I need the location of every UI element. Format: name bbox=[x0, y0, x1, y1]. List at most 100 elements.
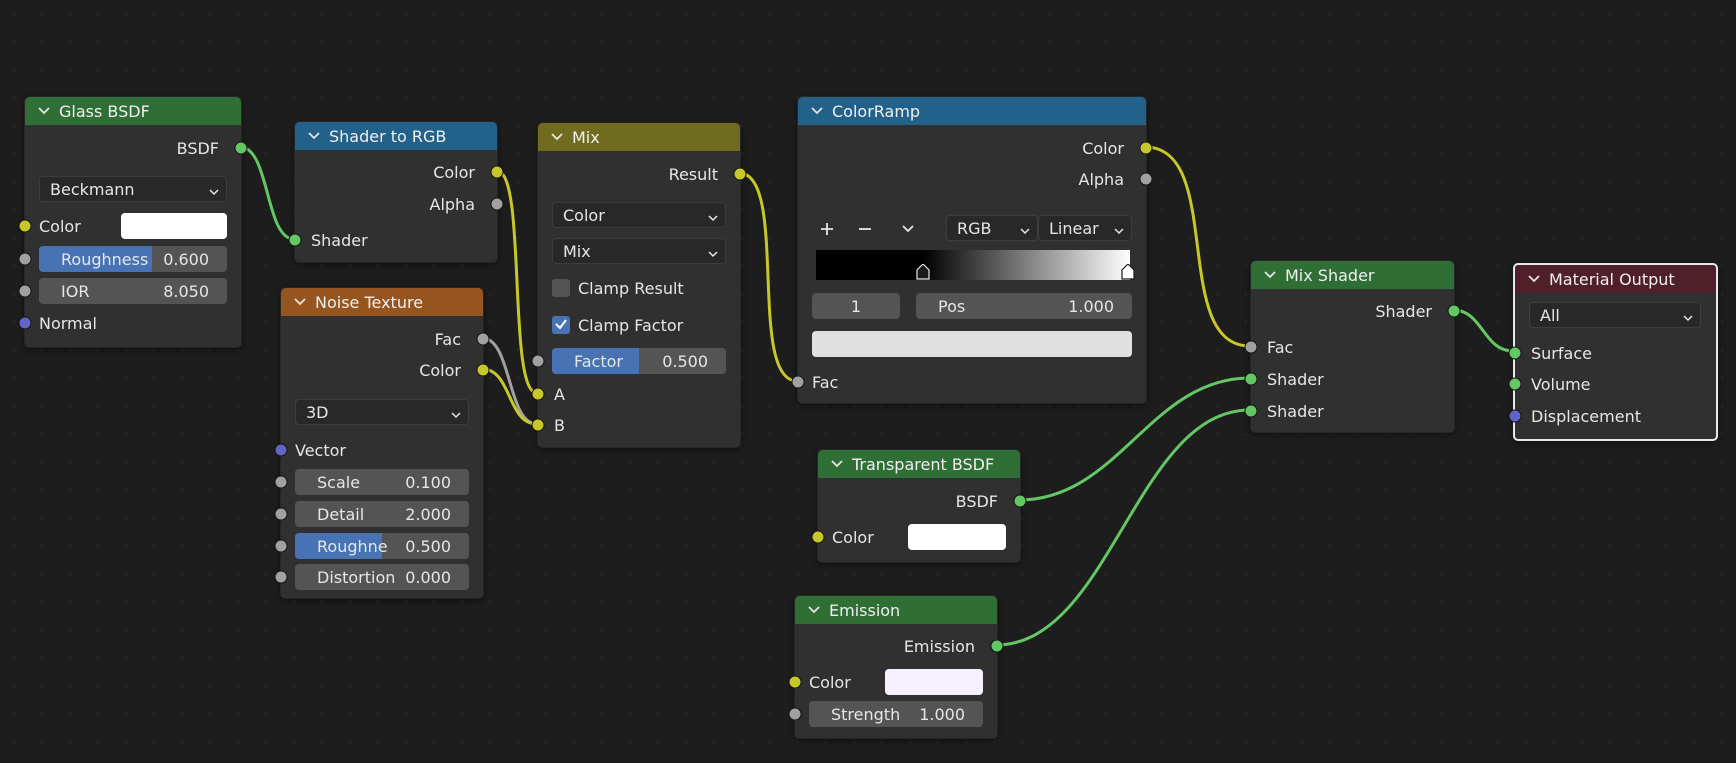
roughness-field[interactable]: Roughness 0.600 bbox=[39, 246, 227, 272]
shader-to-rgb-header[interactable]: Shader to RGB bbox=[295, 122, 497, 150]
input-displacement-label: Displacement bbox=[1531, 406, 1641, 426]
noise-texture-node[interactable]: Noise Texture Fac Color 3D Vector Scale … bbox=[274, 287, 490, 599]
input-ior-socket[interactable] bbox=[18, 284, 32, 298]
chevron-down-icon[interactable] bbox=[293, 295, 307, 309]
color-stop-marker[interactable] bbox=[916, 263, 930, 284]
vector-label: Vector bbox=[295, 440, 346, 460]
chevron-down-icon[interactable] bbox=[1263, 268, 1277, 282]
factor-field[interactable]: Factor 0.500 bbox=[552, 348, 726, 374]
blend-mode-dropdown[interactable]: Mix bbox=[552, 238, 726, 264]
input-color-socket[interactable] bbox=[811, 530, 825, 544]
output-bsdf-socket[interactable] bbox=[234, 141, 248, 155]
output-alpha-socket[interactable] bbox=[1139, 172, 1153, 186]
input-distortion-socket[interactable] bbox=[274, 570, 288, 584]
input-fac-socket[interactable] bbox=[1244, 340, 1258, 354]
clamp-result-checkbox[interactable] bbox=[552, 279, 570, 297]
distortion-field[interactable]: Distortion 0.000 bbox=[295, 564, 469, 590]
chevron-down-icon[interactable] bbox=[1527, 272, 1541, 286]
stop-color-swatch[interactable] bbox=[812, 331, 1132, 357]
chevron-down-icon[interactable] bbox=[807, 603, 821, 617]
chevron-down-icon[interactable] bbox=[307, 129, 321, 143]
transparent-bsdf-node[interactable]: Transparent BSDF BSDF Color bbox=[811, 449, 1027, 563]
color-swatch[interactable] bbox=[121, 213, 227, 239]
target-dropdown[interactable]: All bbox=[1529, 302, 1701, 328]
input-shader-1-socket[interactable] bbox=[1244, 372, 1258, 386]
chevron-down-icon[interactable] bbox=[810, 104, 824, 118]
colorramp-node[interactable]: ColorRamp Color Alpha RGB Linear 1 Pos 1… bbox=[791, 96, 1153, 404]
output-alpha-socket[interactable] bbox=[490, 197, 504, 211]
chevron-down-icon[interactable] bbox=[550, 130, 564, 144]
distribution-dropdown[interactable]: Beckmann bbox=[39, 176, 227, 202]
ior-field[interactable]: IOR 8.050 bbox=[39, 278, 227, 304]
clamp-factor-checkbox[interactable] bbox=[552, 316, 570, 334]
input-detail-socket[interactable] bbox=[274, 507, 288, 521]
active-stop-index-field[interactable]: 1 bbox=[812, 293, 900, 319]
input-color-socket[interactable] bbox=[18, 219, 32, 233]
glass-bsdf-header[interactable]: Glass BSDF bbox=[25, 97, 241, 125]
input-roughness-socket[interactable] bbox=[274, 539, 288, 553]
detail-field[interactable]: Detail 2.000 bbox=[295, 501, 469, 527]
noise-texture-header[interactable]: Noise Texture bbox=[281, 288, 483, 316]
output-result-socket[interactable] bbox=[733, 167, 747, 181]
color-mode-dropdown[interactable]: RGB bbox=[946, 215, 1038, 241]
chevron-down-icon[interactable] bbox=[896, 217, 920, 241]
scale-field[interactable]: Scale 0.100 bbox=[295, 469, 469, 495]
roughness-field[interactable]: Roughne 0.500 bbox=[295, 533, 469, 559]
strength-field[interactable]: Strength 1.000 bbox=[809, 701, 983, 727]
input-vector-socket[interactable] bbox=[274, 443, 288, 457]
input-normal-socket[interactable] bbox=[18, 316, 32, 330]
input-factor-socket[interactable] bbox=[531, 354, 545, 368]
output-color-socket[interactable] bbox=[1139, 141, 1153, 155]
output-color-socket[interactable] bbox=[476, 363, 490, 377]
input-scale-socket[interactable] bbox=[274, 475, 288, 489]
material-output-node[interactable]: Material Output All Surface Volume Displ… bbox=[1508, 263, 1718, 441]
glass-bsdf-node[interactable]: Glass BSDF BSDF Beckmann Color Roughness… bbox=[18, 96, 248, 348]
data-type-dropdown[interactable]: Color bbox=[552, 202, 726, 228]
chevron-down-icon bbox=[1682, 309, 1694, 322]
color-swatch[interactable] bbox=[885, 669, 983, 695]
input-roughness-socket[interactable] bbox=[18, 252, 32, 266]
input-shader-2-socket[interactable] bbox=[1244, 404, 1258, 418]
mix-shader-header[interactable]: Mix Shader bbox=[1251, 261, 1454, 289]
transparent-bsdf-header[interactable]: Transparent BSDF bbox=[818, 450, 1020, 478]
mix-shader-node[interactable]: Mix Shader Shader Fac Shader Shader bbox=[1244, 260, 1461, 433]
chevron-down-icon bbox=[707, 245, 719, 258]
output-color-socket[interactable] bbox=[490, 165, 504, 179]
interpolation-dropdown[interactable]: Linear bbox=[1038, 215, 1132, 241]
color-label: Color bbox=[832, 527, 874, 547]
chevron-down-icon[interactable] bbox=[830, 457, 844, 471]
active-stop-index: 1 bbox=[850, 296, 862, 316]
output-bsdf-socket[interactable] bbox=[1013, 494, 1027, 508]
add-stop-icon[interactable] bbox=[815, 217, 839, 241]
stop-position-field[interactable]: Pos 1.000 bbox=[916, 293, 1132, 319]
mix-header[interactable]: Mix bbox=[538, 123, 740, 151]
shader-to-rgb-node[interactable]: Shader to RGB Color Alpha Shader bbox=[288, 121, 504, 263]
link-colorramp-color-to-mixshader-fac bbox=[1144, 145, 1251, 348]
remove-stop-icon[interactable] bbox=[853, 217, 877, 241]
roughness-label: Roughness bbox=[61, 249, 149, 269]
colorramp-header[interactable]: ColorRamp bbox=[798, 97, 1146, 125]
scale-value: 0.100 bbox=[405, 472, 451, 492]
color-swatch[interactable] bbox=[908, 524, 1006, 550]
mix-node[interactable]: Mix Result Color Mix Clamp Result Clamp … bbox=[531, 122, 747, 448]
output-shader-socket[interactable] bbox=[1447, 304, 1461, 318]
input-surface-socket[interactable] bbox=[1508, 346, 1522, 360]
input-displacement-socket[interactable] bbox=[1508, 409, 1522, 423]
input-b-socket[interactable] bbox=[531, 418, 545, 432]
emission-node[interactable]: Emission Emission Color Strength 1.000 bbox=[788, 595, 1004, 739]
emission-header[interactable]: Emission bbox=[795, 596, 997, 624]
input-a-socket[interactable] bbox=[531, 387, 545, 401]
input-shader-socket[interactable] bbox=[288, 233, 302, 247]
dimensions-value: 3D bbox=[306, 402, 329, 422]
output-fac-socket[interactable] bbox=[476, 332, 490, 346]
color-stop-marker-active[interactable] bbox=[1121, 263, 1135, 284]
color-ramp-gradient-bar[interactable] bbox=[816, 250, 1135, 280]
input-color-socket[interactable] bbox=[788, 675, 802, 689]
material-output-header[interactable]: Material Output bbox=[1515, 265, 1716, 293]
dimensions-dropdown[interactable]: 3D bbox=[295, 399, 469, 425]
output-emission-socket[interactable] bbox=[990, 639, 1004, 653]
chevron-down-icon[interactable] bbox=[37, 104, 51, 118]
input-strength-socket[interactable] bbox=[788, 707, 802, 721]
input-volume-socket[interactable] bbox=[1508, 377, 1522, 391]
input-fac-socket[interactable] bbox=[791, 375, 805, 389]
